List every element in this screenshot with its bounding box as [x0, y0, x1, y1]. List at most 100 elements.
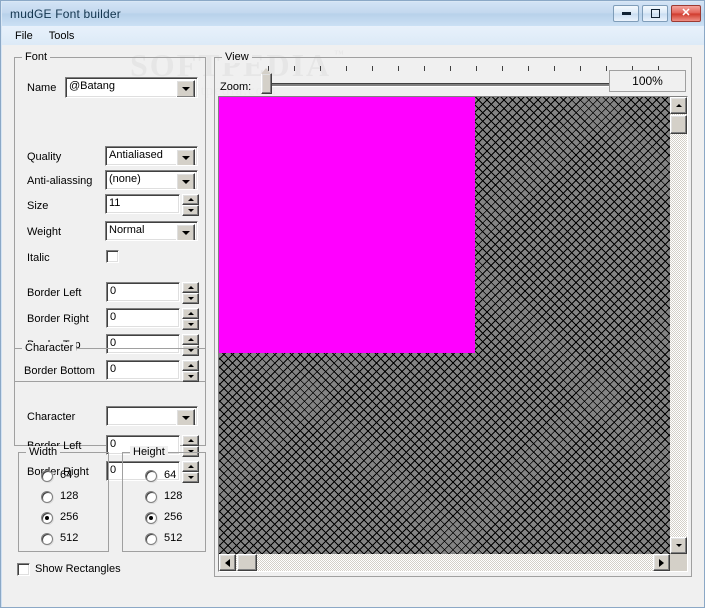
close-button[interactable]: ✕ [671, 5, 701, 22]
glyph-canvas[interactable] [218, 96, 688, 572]
font-border-left-value: 0 [110, 285, 117, 297]
font-border-right-value: 0 [110, 311, 117, 323]
canvas-vertical-scrollbar[interactable] [670, 97, 687, 554]
menu-item-tools[interactable]: Tools [41, 28, 83, 44]
width-radio-512-label: 512 [60, 532, 79, 544]
font-antialiassing-combo[interactable]: (none) [105, 170, 198, 190]
glyph-sheet-region [219, 97, 475, 353]
font-italic-label: Italic [27, 252, 50, 264]
width-group-legend: Width [26, 446, 61, 458]
font-antialiassing-value: (none) [109, 173, 141, 185]
stepper-down-icon[interactable] [182, 205, 199, 216]
character-label: Character [27, 411, 76, 423]
font-size-label: Size [27, 200, 49, 212]
height-radio-128-label: 128 [164, 490, 183, 502]
chevron-down-icon[interactable] [176, 149, 195, 165]
font-quality-value: Antialiased [109, 149, 163, 161]
width-radio-256[interactable] [41, 512, 53, 524]
zoom-label: Zoom: [220, 81, 252, 93]
scroll-right-button[interactable] [653, 554, 670, 571]
height-radio-512-label: 512 [164, 532, 183, 544]
font-italic-checkbox[interactable] [106, 250, 119, 263]
radio-dot-icon [45, 516, 49, 520]
window-title: mudGE Font builder [10, 7, 121, 21]
character-group: Character [14, 342, 206, 446]
scroll-up-button[interactable] [670, 97, 687, 114]
height-radio-256-label: 256 [164, 511, 183, 523]
vertical-scroll-thumb[interactable] [670, 115, 687, 134]
font-weight-label: Weight [27, 226, 62, 238]
font-size-stepper[interactable] [182, 194, 199, 216]
show-rectangles-label: Show Rectangles [35, 563, 121, 575]
character-border-right-value: 0 [110, 464, 117, 476]
close-icon: ✕ [681, 7, 691, 19]
height-radio-128[interactable] [145, 491, 157, 503]
font-quality-combo[interactable]: Antialiased [105, 146, 198, 166]
zoom-slider-ticks [268, 66, 659, 71]
height-radio-256[interactable] [145, 512, 157, 524]
scroll-down-button[interactable] [670, 537, 687, 554]
application-window: mudGE Font builder ✕ File Tools SOFTPEDI… [0, 0, 705, 608]
height-radio-512[interactable] [145, 533, 157, 545]
font-antialiassing-label: Anti-aliassing [27, 175, 93, 187]
chevron-down-icon[interactable] [176, 224, 195, 240]
width-radio-256-label: 256 [60, 511, 79, 523]
width-radio-64[interactable] [41, 470, 53, 482]
width-radio-128[interactable] [41, 491, 53, 503]
stepper-down-icon[interactable] [182, 319, 199, 330]
canvas-horizontal-scrollbar[interactable] [219, 554, 670, 571]
title-bar: mudGE Font builder ✕ [2, 2, 704, 26]
minimize-icon [621, 12, 631, 15]
font-weight-combo[interactable]: Normal [105, 221, 198, 241]
scrollbar-corner [670, 554, 687, 571]
character-border-left-value: 0 [110, 438, 117, 450]
radio-dot-icon [149, 516, 153, 520]
zoom-slider-thumb[interactable] [261, 68, 272, 94]
width-radio-64-label: 64 [60, 469, 73, 481]
minimize-button[interactable] [613, 5, 639, 22]
scroll-left-button[interactable] [219, 554, 236, 571]
client-area: SOFTPEDIA ™ www.softpedia.com Font Name … [2, 45, 704, 607]
font-weight-value: Normal [109, 224, 145, 236]
stepper-up-icon[interactable] [182, 334, 199, 345]
chevron-down-icon[interactable] [176, 173, 195, 189]
height-group-legend: Height [130, 446, 168, 458]
font-name-value: @Batang [69, 80, 116, 92]
character-group-legend: Character [22, 342, 77, 354]
font-group-legend: Font [22, 51, 51, 63]
height-radio-64[interactable] [145, 470, 157, 482]
chevron-down-icon[interactable] [176, 409, 195, 425]
font-size-input[interactable]: 11 [105, 194, 180, 214]
font-name-label: Name [27, 82, 57, 94]
chevron-down-icon[interactable] [176, 80, 195, 97]
stepper-up-icon[interactable] [182, 282, 199, 293]
stepper-up-icon[interactable] [182, 194, 199, 205]
stepper-down-icon[interactable] [182, 293, 199, 304]
stepper-up-icon[interactable] [182, 435, 199, 446]
font-border-left-input[interactable]: 0 [106, 282, 180, 302]
window-controls: ✕ [613, 5, 701, 22]
maximize-button[interactable] [642, 5, 668, 22]
font-border-right-stepper[interactable] [182, 308, 199, 330]
view-group-legend: View [222, 51, 252, 63]
width-radio-128-label: 128 [60, 490, 79, 502]
menu-item-file[interactable]: File [7, 28, 41, 44]
zoom-slider-track[interactable] [267, 83, 644, 86]
horizontal-scroll-thumb[interactable] [237, 554, 257, 571]
zoom-readout: 100% [609, 70, 686, 92]
width-radio-512[interactable] [41, 533, 53, 545]
zoom-value: 100% [632, 74, 663, 88]
character-combo[interactable] [106, 406, 198, 426]
font-border-left-stepper[interactable] [182, 282, 199, 304]
font-size-value: 11 [109, 197, 121, 209]
font-quality-label: Quality [27, 151, 62, 163]
menu-bar: File Tools [2, 26, 704, 45]
maximize-icon [650, 9, 660, 18]
font-border-right-label: Border Right [27, 313, 89, 325]
font-border-left-label: Border Left [27, 287, 82, 299]
show-rectangles-checkbox[interactable] [17, 563, 30, 576]
height-radio-64-label: 64 [164, 469, 177, 481]
font-border-right-input[interactable]: 0 [106, 308, 180, 328]
font-name-combo[interactable]: @Batang [65, 77, 198, 98]
stepper-up-icon[interactable] [182, 308, 199, 319]
